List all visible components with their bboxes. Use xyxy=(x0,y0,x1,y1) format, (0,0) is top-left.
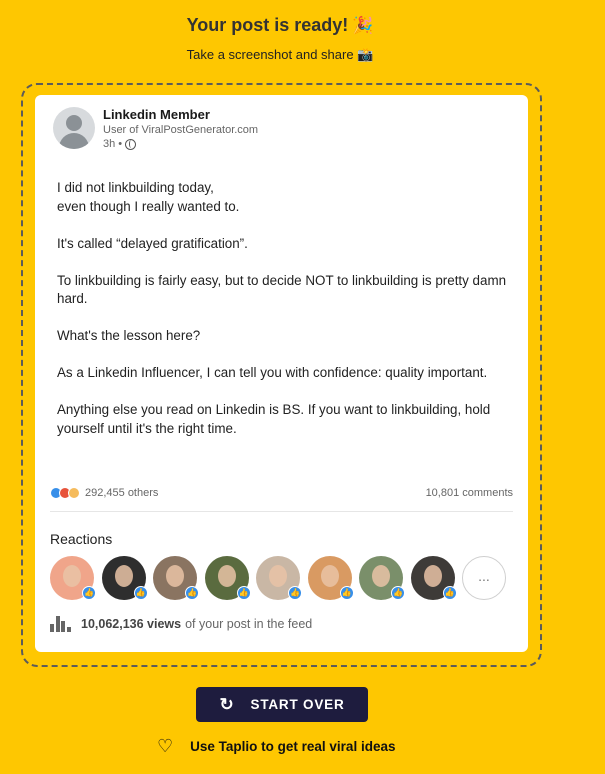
face xyxy=(114,565,133,587)
taplio-link[interactable]: ♡ Use Taplio to get real viral ideas xyxy=(157,737,395,755)
reactor-avatar[interactable]: 👍 xyxy=(307,556,354,600)
post-time: 3h • xyxy=(103,137,258,151)
like-badge-icon: 👍 xyxy=(288,586,302,600)
author-meta: Linkedin Member User of ViralPostGenerat… xyxy=(103,107,258,151)
comments-count[interactable]: 10,801 comments xyxy=(426,487,513,499)
reactor-avatar[interactable]: 👍 xyxy=(153,556,199,600)
reactors-list: 👍 👍 👍 👍 👍 👍 👍 👍... xyxy=(50,556,506,600)
post-card: Linkedin Member User of ViralPostGenerat… xyxy=(35,95,528,652)
page-subtitle: Take a screenshot and share 📸 xyxy=(186,47,374,62)
reactions-count: 292,455 others xyxy=(85,487,159,499)
reactions-heading: Reactions xyxy=(50,531,113,547)
author-subtitle: User of ViralPostGenerator.com xyxy=(103,124,259,136)
face xyxy=(63,565,81,587)
views-count: 10,062,136 views xyxy=(81,617,182,631)
views-stat: 10,062,136 views of your post in the fee… xyxy=(50,616,312,632)
post-paragraph: I did not linkbuilding today, even thoug… xyxy=(57,180,240,214)
post-paragraph: Anything else you read on Linkedin is BS… xyxy=(57,402,491,436)
post-time-text: 3h • xyxy=(103,138,123,150)
face xyxy=(217,565,236,587)
start-over-label: START OVER xyxy=(250,697,345,712)
face xyxy=(166,565,184,587)
refresh-icon: ↻ xyxy=(219,694,235,714)
post-stats: 292,455 others 10,801 comments xyxy=(50,487,513,499)
author-name: Linkedin Member xyxy=(103,107,210,122)
reactor-avatar[interactable]: 👍 xyxy=(256,556,302,600)
page-title: Your post is ready! 🎉 xyxy=(0,15,560,36)
globe-icon xyxy=(125,138,137,150)
like-badge-icon: 👍 xyxy=(339,586,354,600)
views-label: of your post in the feed xyxy=(185,617,313,631)
face xyxy=(269,565,287,587)
divider xyxy=(50,511,513,512)
post-paragraph: To linkbuilding is fairly easy, but to d… xyxy=(57,272,507,307)
like-badge-icon: 👍 xyxy=(442,586,457,600)
face xyxy=(320,565,339,587)
reactor-avatar[interactable]: 👍 xyxy=(204,556,251,600)
bar-chart-icon xyxy=(50,616,72,632)
reactor-avatar[interactable]: 👍 xyxy=(50,556,96,600)
like-badge-icon: 👍 xyxy=(133,586,148,600)
post-paragraph: It's called “delayed gratification”. xyxy=(57,235,248,251)
party-popper-icon: 🎉 xyxy=(352,16,374,35)
post-body: I did not linkbuilding today, even thoug… xyxy=(57,179,512,457)
like-badge-icon: 👍 xyxy=(82,586,96,600)
reactor-avatar[interactable]: 👍 xyxy=(359,556,405,600)
like-badge-icon: 👍 xyxy=(185,586,199,600)
post-header: Linkedin Member User of ViralPostGenerat… xyxy=(53,107,258,151)
reactor-avatar[interactable]: 👍 xyxy=(410,556,457,600)
heart-icon: ♡ xyxy=(157,736,174,756)
start-over-button[interactable]: ↻ START OVER xyxy=(196,687,368,722)
title-text: Your post is ready! xyxy=(186,15,349,35)
post-paragraph: As a Linkedin Influencer, I can tell you… xyxy=(57,365,488,380)
avatar xyxy=(53,107,95,149)
post-paragraph: What's the lesson here? xyxy=(57,328,201,343)
support-icon xyxy=(68,487,80,499)
reactor-avatar[interactable]: 👍 xyxy=(101,556,148,600)
like-badge-icon: 👍 xyxy=(236,586,251,600)
more-reactions-button[interactable]: ... xyxy=(462,556,506,600)
reactions-summary[interactable]: 292,455 others xyxy=(50,487,158,499)
face xyxy=(423,565,442,587)
like-badge-icon: 👍 xyxy=(391,586,405,600)
face xyxy=(372,565,390,587)
taplio-label: Use Taplio to get real viral ideas xyxy=(190,738,396,754)
